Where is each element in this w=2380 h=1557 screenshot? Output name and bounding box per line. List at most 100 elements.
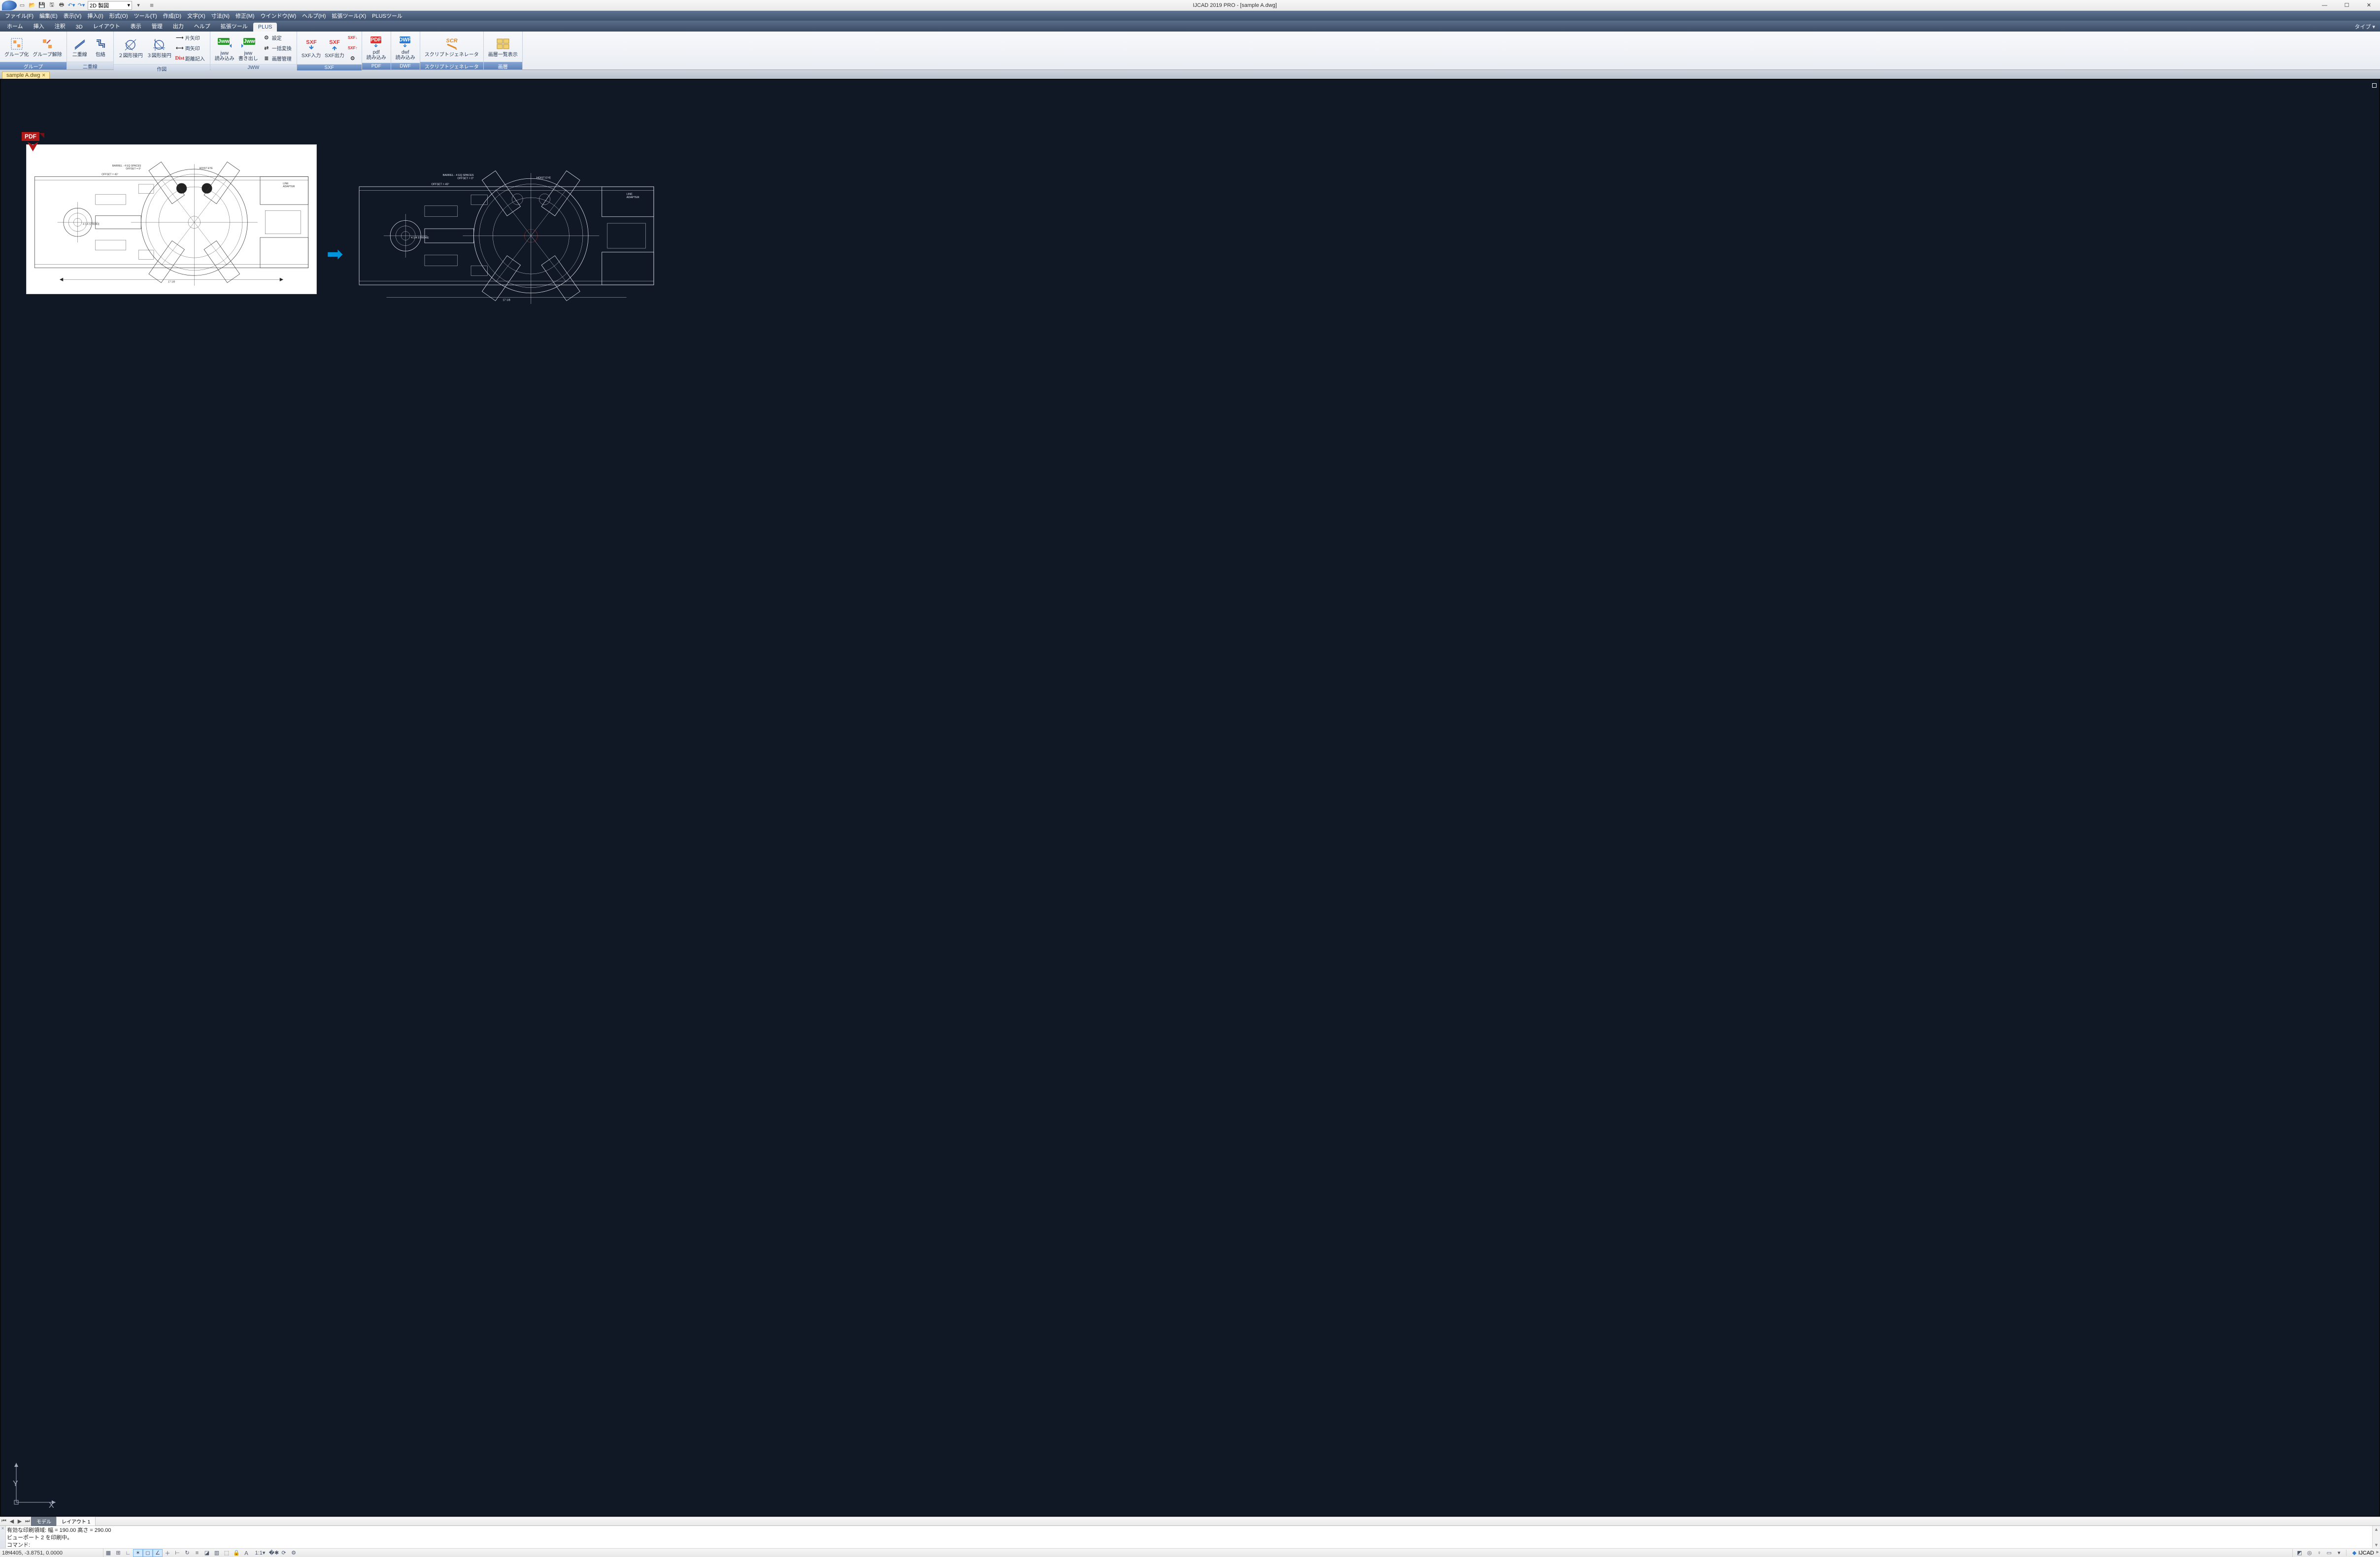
- menu-text[interactable]: 文字(X): [184, 11, 208, 21]
- command-close-button[interactable]: ×: [0, 1526, 6, 1548]
- tab-3d[interactable]: 3D: [71, 23, 88, 32]
- menu-modify[interactable]: 修正(M): [233, 11, 258, 21]
- menu-edit[interactable]: 編集(E): [36, 11, 61, 21]
- open-icon[interactable]: 📂: [28, 1, 36, 10]
- tab-home[interactable]: ホーム: [2, 21, 28, 32]
- redo-icon[interactable]: ↷▾: [77, 1, 86, 10]
- document-tab[interactable]: sample A.dwg ×: [2, 71, 50, 79]
- jww-layer-button[interactable]: ≣画層管理: [261, 53, 294, 63]
- pdf-in-button[interactable]: PDF pdf 読み込み: [365, 33, 388, 62]
- close-button[interactable]: ✕: [2358, 0, 2380, 11]
- circle3-button[interactable]: ３図形接円: [145, 36, 173, 60]
- lwt-toggle[interactable]: ＋: [163, 1549, 172, 1557]
- layout-prev-button[interactable]: ◀: [8, 1518, 16, 1525]
- menu-file[interactable]: ファイル(F): [2, 11, 36, 21]
- menu-format[interactable]: 形式(O): [106, 11, 131, 21]
- tab-ext[interactable]: 拡張ツール: [216, 21, 253, 32]
- menu-insert[interactable]: 挿入(I): [84, 11, 106, 21]
- dwf-in-button[interactable]: DWF dwf 読み込み: [394, 33, 417, 62]
- group-make-button[interactable]: グループ化: [3, 35, 30, 59]
- menu-draw[interactable]: 作成(D): [160, 11, 184, 21]
- tab-help[interactable]: ヘルプ: [189, 21, 215, 32]
- doubleline-button[interactable]: 二重線: [70, 35, 90, 59]
- isolate-icon[interactable]: ◎: [2305, 1549, 2314, 1557]
- config-icon[interactable]: ◩: [2295, 1549, 2305, 1557]
- tab-view[interactable]: 表示: [126, 21, 146, 32]
- menu-view[interactable]: 表示(V): [61, 11, 85, 21]
- minimize-button[interactable]: —: [2313, 0, 2336, 11]
- app-icon[interactable]: [2, 0, 17, 10]
- layout-tab-model[interactable]: モデル: [31, 1517, 57, 1526]
- sxf-in-button[interactable]: SXF SXF入力: [300, 36, 322, 60]
- annoscale-add[interactable]: �✱: [269, 1549, 279, 1557]
- layer-list-button[interactable]: 画層一覧表示: [487, 35, 519, 59]
- menu-dim[interactable]: 寸法(N): [208, 11, 233, 21]
- arrow1-button[interactable]: ⟶片矢印: [174, 33, 207, 42]
- print-icon[interactable]: 🖶: [57, 1, 66, 10]
- layout-tab-layout1[interactable]: レイアウト 1: [56, 1517, 96, 1526]
- layout-first-button[interactable]: ⏮: [0, 1518, 8, 1525]
- sxf-out-button[interactable]: SXF SXF出力: [323, 36, 345, 60]
- saveas-icon[interactable]: 🖫: [47, 1, 56, 10]
- tab-insert[interactable]: 挿入: [29, 21, 49, 32]
- jww-set-button[interactable]: ⚙設定: [261, 33, 294, 42]
- tab-plus[interactable]: PLUS: [253, 23, 277, 32]
- layout-next-button[interactable]: ▶: [16, 1518, 24, 1525]
- model-button[interactable]: ⬚: [222, 1549, 232, 1557]
- ribbon-type-menu[interactable]: タイプ ▾: [2351, 22, 2378, 32]
- tab-manage[interactable]: 管理: [147, 21, 168, 32]
- layout-last-button[interactable]: ⏭: [24, 1518, 32, 1525]
- annoscale-sync[interactable]: ⟳: [279, 1549, 289, 1557]
- menu-window[interactable]: ウインドウ(W): [257, 11, 299, 21]
- viewport-restore-button[interactable]: [2372, 83, 2377, 88]
- command-vscroll[interactable]: ▴▾: [2372, 1526, 2380, 1548]
- script-gen-button[interactable]: SCR スクリプトジェネレータ: [423, 35, 480, 59]
- qat-overflow-icon[interactable]: ▾: [134, 1, 143, 10]
- annoscale-icon[interactable]: Ａ: [241, 1549, 251, 1557]
- clean-icon[interactable]: ▭: [2324, 1549, 2334, 1557]
- qat-more-icon[interactable]: ≡: [147, 1, 156, 10]
- menu-help[interactable]: ヘルプ(H): [299, 11, 329, 21]
- maximize-button[interactable]: ☐: [2336, 0, 2358, 11]
- qp-toggle[interactable]: ▥: [212, 1549, 222, 1557]
- drawing-area[interactable]: PDF ⮟: [0, 79, 2380, 1517]
- ws-toggle[interactable]: ⚙: [289, 1549, 299, 1557]
- scale-button[interactable]: 1:1▾: [251, 1549, 269, 1557]
- annoscale-toggle[interactable]: 🔒: [232, 1549, 241, 1557]
- menu-ext[interactable]: 拡張ツール(X): [329, 11, 369, 21]
- tab-layout[interactable]: レイアウト: [88, 21, 125, 32]
- menu-plus[interactable]: PLUSツール: [369, 11, 405, 21]
- grid-toggle[interactable]: ⊞: [113, 1549, 123, 1557]
- enclose-button[interactable]: 包絡: [91, 35, 110, 59]
- dist-button[interactable]: Dist距離記入: [174, 53, 207, 63]
- tray-overflow-icon[interactable]: ▾: [2334, 1549, 2344, 1557]
- transparency-toggle[interactable]: ◪: [202, 1549, 212, 1557]
- dyn-toggle[interactable]: ⊢: [172, 1549, 182, 1557]
- circle2-button[interactable]: ２図形接円: [117, 36, 144, 60]
- workspace-combo[interactable]: 2D 製図▾: [88, 1, 132, 10]
- polar-toggle[interactable]: ✶: [133, 1549, 143, 1557]
- jww-batch-button[interactable]: ⇄一括変換: [261, 43, 294, 53]
- jww-in-button[interactable]: Jww jww 読み込み: [213, 34, 236, 63]
- arrow2-button[interactable]: ⟷両矢印: [174, 43, 207, 53]
- save-icon[interactable]: 💾: [37, 1, 46, 10]
- otrack-toggle[interactable]: ∠: [153, 1549, 163, 1557]
- lineweight-toggle[interactable]: ≡: [192, 1549, 202, 1557]
- snap-toggle[interactable]: ▦: [103, 1549, 113, 1557]
- cycle-toggle[interactable]: ↻: [182, 1549, 192, 1557]
- undo-icon[interactable]: ↶▾: [67, 1, 76, 10]
- tab-annot[interactable]: 注釈: [50, 21, 70, 32]
- sxf-set-button[interactable]: ⚙: [347, 53, 359, 63]
- menu-tools[interactable]: ツール(T): [131, 11, 160, 21]
- ortho-toggle[interactable]: ∟: [123, 1549, 133, 1557]
- tab-output[interactable]: 出力: [168, 21, 189, 32]
- sxf-in-small-button[interactable]: SXF↓: [347, 33, 359, 42]
- jww-out-button[interactable]: Jww jww 書き出し: [237, 34, 260, 63]
- command-history[interactable]: 有効な印刷領域: 幅 = 190.00 高さ = 290.00 ビューポート 2…: [6, 1526, 2372, 1548]
- sxf-out-small-button[interactable]: SXF↑: [347, 43, 359, 53]
- close-icon[interactable]: ×: [42, 72, 45, 78]
- osnap-toggle[interactable]: ◻: [143, 1549, 153, 1557]
- new-icon[interactable]: ▭: [18, 1, 27, 10]
- command-hscroll[interactable]: ◂▸: [6, 1548, 2380, 1555]
- hardware-icon[interactable]: ♀: [2314, 1549, 2324, 1557]
